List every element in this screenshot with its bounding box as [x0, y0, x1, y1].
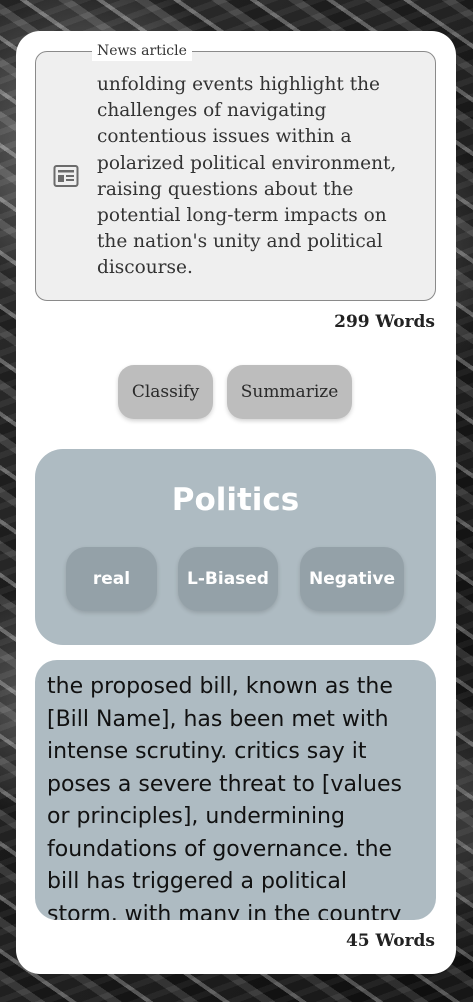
classify-button[interactable]: Classify: [118, 365, 213, 419]
category-label: Politics: [171, 482, 300, 518]
summary-box[interactable]: the proposed bill, known as the [Bill Na…: [35, 660, 436, 920]
newspaper-icon: [53, 164, 79, 188]
article-word-count: 299 Words: [334, 312, 435, 332]
action-buttons: Classify Summarize: [118, 365, 352, 419]
sentiment-chip: Negative: [300, 547, 404, 611]
news-article-text[interactable]: unfolding events highlight the challenge…: [97, 72, 415, 282]
classification-panel: Politics real L-Biased Negative: [35, 449, 436, 645]
main-card: News article unfolding events highlight …: [16, 31, 456, 974]
summary-text: the proposed bill, known as the [Bill Na…: [47, 674, 402, 920]
news-article-label: News article: [92, 41, 192, 61]
summarize-button[interactable]: Summarize: [227, 365, 352, 419]
authenticity-chip: real: [66, 547, 157, 611]
news-article-box[interactable]: News article unfolding events highlight …: [35, 41, 436, 301]
summary-word-count: 45 Words: [345, 931, 435, 951]
bias-chip: L-Biased: [178, 547, 278, 611]
